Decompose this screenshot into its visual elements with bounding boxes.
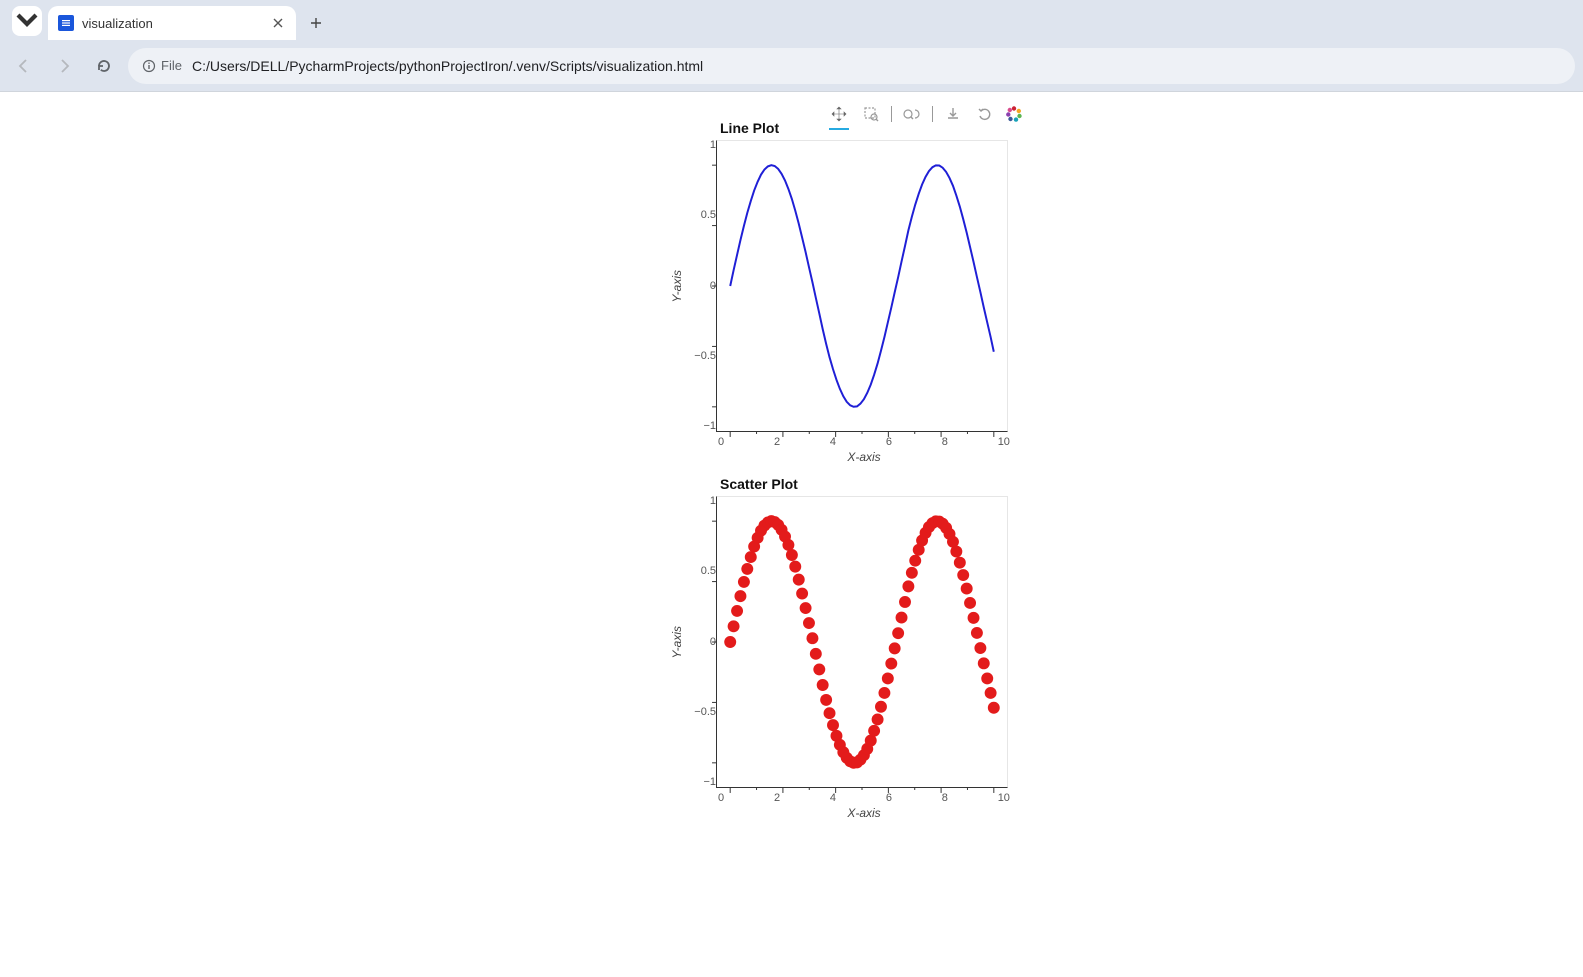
scatter-plot-title: Scatter Plot bbox=[720, 476, 1030, 492]
line-plot-yticks: 1 0.5 0 −0.5 −1 bbox=[688, 140, 716, 432]
line-series bbox=[730, 165, 994, 407]
line-plot-frame[interactable] bbox=[716, 140, 1008, 432]
browser-tab[interactable]: visualization bbox=[48, 6, 296, 40]
tab-strip: visualization bbox=[0, 0, 1583, 40]
scatter-plot-ylabel: Y-axis bbox=[670, 626, 684, 658]
plots-column: Line Plot Y-axis 1 0.5 0 −0.5 −1 0 2 4 6 bbox=[670, 120, 1030, 832]
address-bar[interactable]: File C:/Users/DELL/PycharmProjects/pytho… bbox=[128, 48, 1575, 84]
close-tab-button[interactable] bbox=[270, 15, 286, 31]
tab-title: visualization bbox=[82, 16, 262, 31]
line-plot-title: Line Plot bbox=[720, 120, 1030, 136]
url-scheme-indicator: File bbox=[142, 58, 182, 73]
line-plot-ylabel: Y-axis bbox=[670, 270, 684, 302]
forward-button[interactable] bbox=[48, 50, 80, 82]
back-button[interactable] bbox=[8, 50, 40, 82]
browser-menu-button[interactable] bbox=[12, 6, 42, 36]
scatter-plot-yticks: 1 0.5 0 −0.5 −1 bbox=[688, 496, 716, 788]
browser-chrome: visualization File C:/Users/DELL/Pycharm… bbox=[0, 0, 1583, 92]
scatter-plot-xlabel: X-axis bbox=[718, 806, 1010, 820]
page-favicon bbox=[58, 15, 74, 31]
scatter-plot-block: Scatter Plot Y-axis 1 0.5 0 −0.5 −1 0 2 … bbox=[670, 476, 1030, 820]
line-plot-xticks: 0 2 4 6 8 10 bbox=[718, 436, 1010, 448]
scatter-plot-frame[interactable] bbox=[716, 496, 1008, 788]
line-plot-block: Line Plot Y-axis 1 0.5 0 −0.5 −1 0 2 4 6 bbox=[670, 120, 1030, 464]
url-scheme-label: File bbox=[161, 58, 182, 73]
url-text: C:/Users/DELL/PycharmProjects/pythonProj… bbox=[192, 58, 703, 74]
scatter-plot-xticks: 0 2 4 6 8 10 bbox=[718, 792, 1010, 804]
line-plot-xlabel: X-axis bbox=[718, 450, 1010, 464]
browser-toolbar: File C:/Users/DELL/PycharmProjects/pytho… bbox=[0, 40, 1583, 92]
new-tab-button[interactable] bbox=[302, 9, 330, 37]
scatter-series bbox=[724, 515, 1000, 769]
reload-button[interactable] bbox=[88, 50, 120, 82]
